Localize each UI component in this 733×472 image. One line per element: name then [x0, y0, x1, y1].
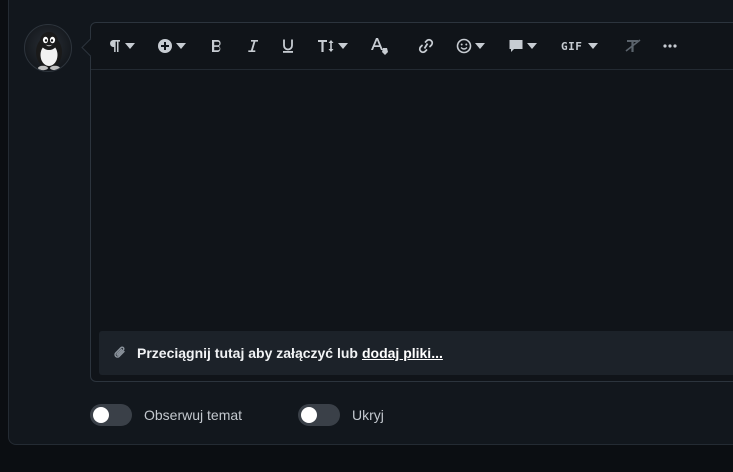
hide-toggle[interactable] [298, 404, 340, 426]
more-button[interactable] [663, 35, 677, 57]
paperclip-icon [114, 346, 125, 358]
chevron-down-icon [527, 43, 537, 49]
chevron-down-icon [125, 43, 135, 49]
text-color-icon [371, 38, 388, 55]
hide-option: Ukryj [298, 404, 384, 426]
speech-bubble-icon [509, 40, 523, 52]
text-size-icon [318, 40, 334, 52]
editor-toolbar: GIF [91, 23, 733, 70]
pilcrow-icon [110, 40, 120, 52]
gif-button[interactable]: GIF [561, 35, 599, 57]
watch-topic-toggle[interactable] [90, 404, 132, 426]
paragraph-format-button[interactable] [108, 35, 135, 57]
clear-format-icon [625, 39, 641, 52]
smiley-icon [456, 38, 472, 54]
hide-label: Ukryj [352, 407, 384, 423]
quote-button[interactable] [508, 35, 537, 57]
underline-button[interactable] [281, 35, 295, 57]
text-size-button[interactable] [317, 35, 348, 57]
insert-button[interactable] [157, 35, 186, 57]
bold-icon [212, 40, 221, 52]
message-editor[interactable]: GIF Przeciągnij tutaj aby załączyć lub d… [90, 22, 733, 382]
chevron-down-icon [588, 43, 599, 49]
gif-label: GIF [561, 39, 583, 53]
text-color-button[interactable] [370, 35, 390, 57]
emoji-button[interactable] [456, 35, 485, 57]
watch-topic-label: Obserwuj temat [144, 407, 243, 423]
attachment-prompt: Przeciągnij tutaj aby załączyć lub [137, 345, 358, 361]
attachment-dropzone[interactable]: Przeciągnij tutaj aby załączyć lub dodaj… [99, 331, 733, 375]
italic-button[interactable] [246, 35, 260, 57]
penguin-icon [36, 32, 62, 71]
chevron-down-icon [475, 43, 485, 49]
bold-button[interactable] [210, 35, 224, 57]
watch-topic-option: Obserwuj temat [90, 404, 242, 426]
add-files-link[interactable]: dodaj pliki... [362, 345, 443, 361]
toggle-knob [301, 407, 317, 423]
link-button[interactable] [417, 35, 435, 57]
toggle-knob [93, 407, 109, 423]
plus-circle-icon [158, 39, 172, 53]
ellipsis-icon [663, 44, 677, 48]
clear-format-button[interactable] [624, 35, 642, 57]
chevron-down-icon [176, 43, 186, 49]
link-icon [418, 38, 434, 54]
chevron-down-icon [338, 43, 348, 49]
avatar[interactable] [24, 24, 72, 72]
underline-icon [283, 39, 293, 53]
italic-icon [248, 40, 258, 52]
